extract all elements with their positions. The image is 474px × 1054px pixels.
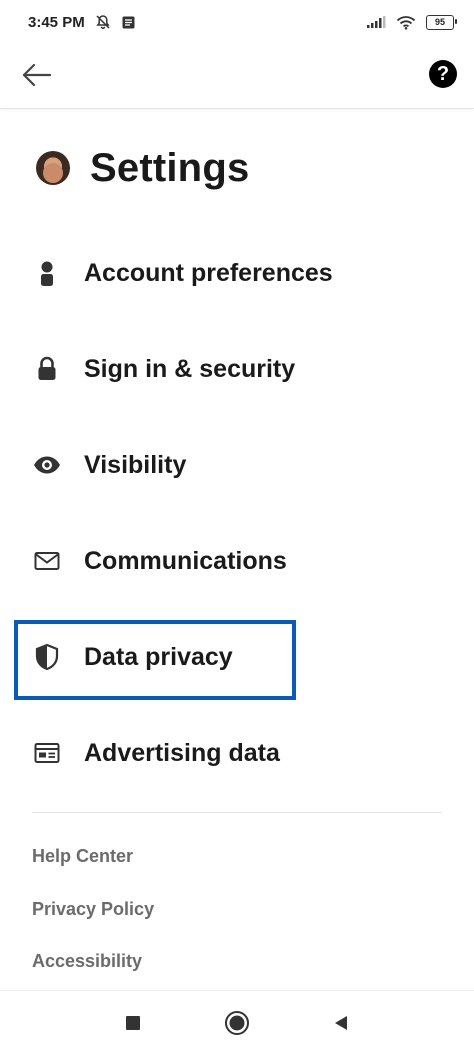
page-header: Settings — [36, 140, 249, 196]
menu-label: Sign in & security — [84, 354, 296, 383]
page-title: Settings — [90, 145, 250, 190]
highlight-box — [14, 620, 296, 700]
lock-icon — [32, 354, 62, 384]
person-icon — [32, 258, 62, 288]
home-button[interactable] — [220, 1006, 254, 1040]
menu-item-visibility[interactable]: Visibility — [32, 437, 452, 493]
recents-button[interactable] — [116, 1006, 150, 1040]
system-nav-bar — [0, 990, 474, 1054]
menu-label: Account preferences — [84, 258, 333, 287]
ad-card-icon — [32, 738, 62, 768]
eye-icon — [32, 450, 62, 480]
menu-item-advertising-data[interactable]: Advertising data — [32, 725, 452, 781]
status-bar: 3:45 PM 95 — [0, 0, 474, 44]
triangle-back-icon — [335, 1015, 347, 1030]
status-right: 95 — [366, 14, 457, 30]
system-back-button[interactable] — [324, 1006, 358, 1040]
signal-icon — [367, 16, 386, 28]
message-icon — [122, 16, 135, 28]
square-icon — [126, 1015, 140, 1030]
battery-level: 95 — [434, 17, 445, 27]
back-button[interactable] — [20, 60, 54, 90]
avatar[interactable] — [36, 151, 70, 185]
app-bar: ? — [0, 44, 474, 109]
divider — [32, 812, 442, 813]
privacy-policy-link[interactable]: Privacy Policy — [32, 899, 154, 920]
accessibility-link[interactable]: Accessibility — [32, 951, 142, 972]
menu-item-sign-in-security[interactable]: Sign in & security — [32, 341, 452, 397]
battery-icon: 95 — [426, 14, 457, 30]
bell-off-icon — [95, 15, 110, 29]
help-button[interactable]: ? — [429, 60, 457, 88]
arrow-left-icon — [22, 63, 52, 87]
question-icon: ? — [436, 62, 450, 85]
menu-label: Advertising data — [84, 738, 280, 767]
envelope-icon — [32, 546, 62, 576]
menu-item-account-preferences[interactable]: Account preferences — [32, 245, 452, 301]
wifi-icon — [396, 15, 416, 30]
circle-home-icon — [225, 1010, 249, 1035]
status-time: 3:45 PM — [28, 13, 85, 31]
menu-label: Visibility — [84, 450, 187, 479]
menu-label: Communications — [84, 546, 287, 575]
help-center-link[interactable]: Help Center — [32, 846, 133, 867]
menu-item-communications[interactable]: Communications — [32, 533, 452, 589]
status-left: 3:45 PM — [28, 14, 136, 31]
